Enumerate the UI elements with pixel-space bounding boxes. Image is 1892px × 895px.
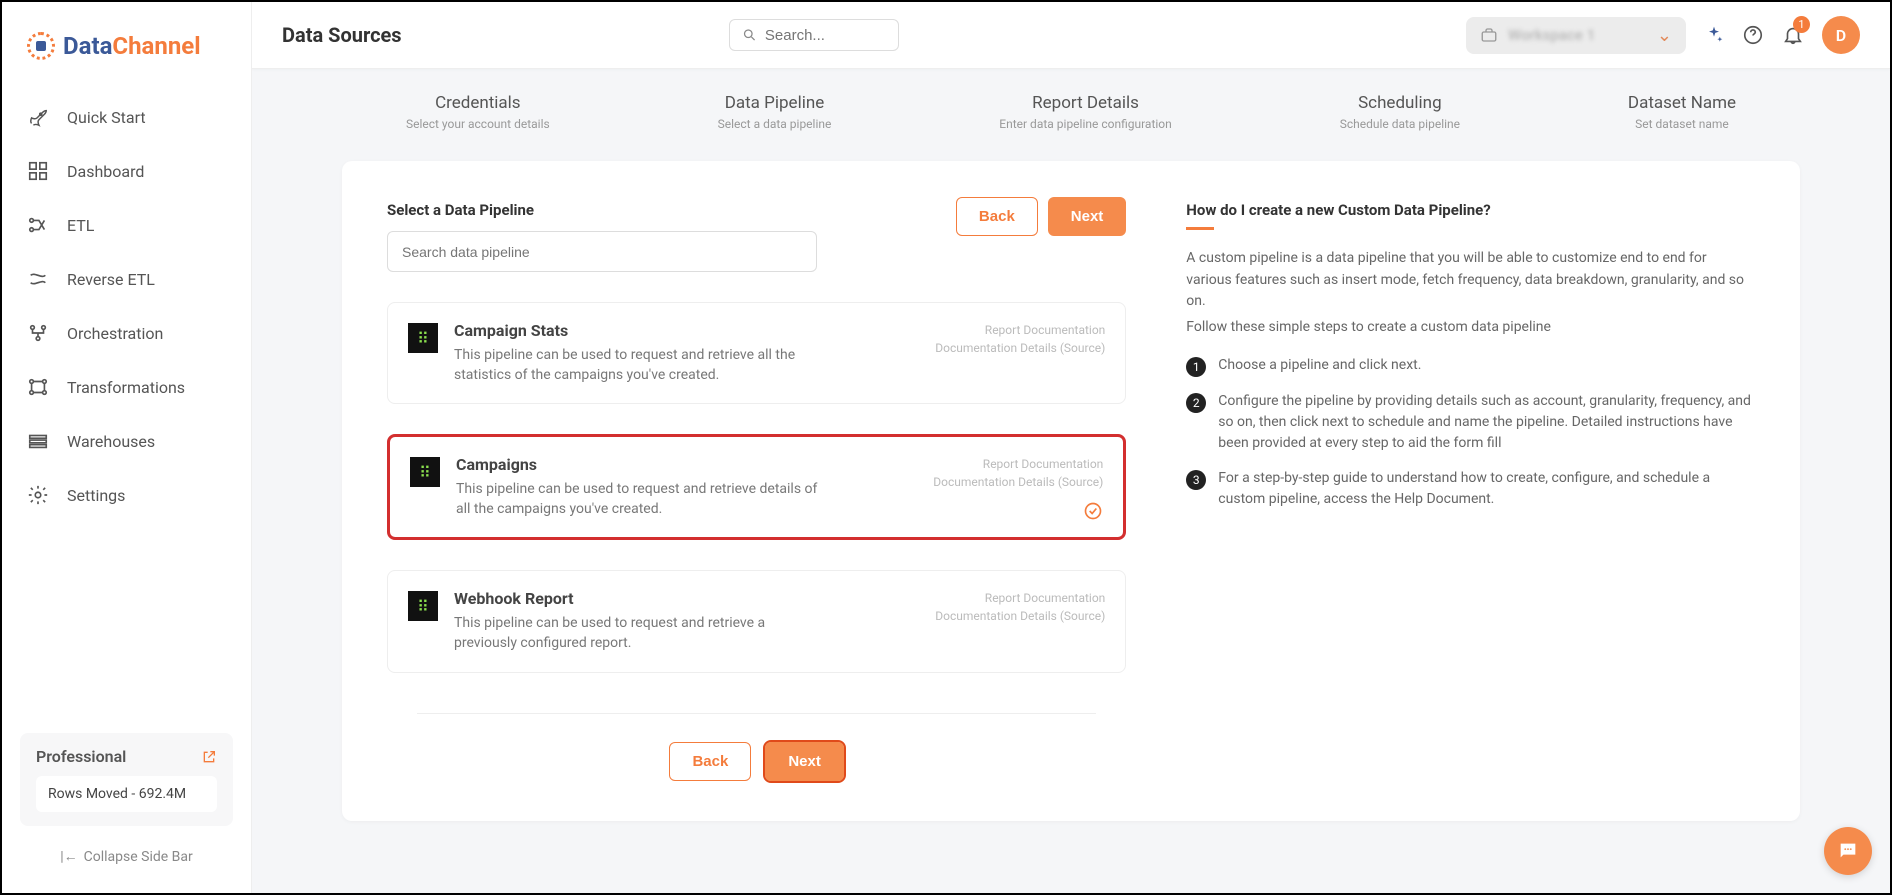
back-button-bottom[interactable]: Back: [669, 742, 751, 781]
plan-name: Professional: [36, 747, 126, 766]
topbar: Data Sources Workspace 1 ⌄ 1: [252, 2, 1890, 69]
chat-icon: [1837, 840, 1859, 862]
chevron-down-icon: ⌄: [1657, 25, 1672, 46]
search-icon: [742, 26, 757, 44]
pipeline-title: Campaigns: [456, 455, 917, 474]
pipeline-search[interactable]: [387, 231, 817, 272]
sidebar-item-transformations[interactable]: Transformations: [2, 360, 251, 414]
pipeline-card-campaign-stats[interactable]: ⠿ Campaign Stats This pipeline can be us…: [387, 302, 1126, 404]
help-step-1: 1 Choose a pipeline and click next.: [1186, 355, 1755, 377]
transformations-icon: [27, 376, 49, 398]
next-button-bottom[interactable]: Next: [765, 742, 844, 781]
panel: Select a Data Pipeline Back Next: [342, 161, 1800, 821]
help-title: How do I create a new Custom Data Pipeli…: [1186, 201, 1755, 219]
next-button-top[interactable]: Next: [1048, 197, 1127, 236]
step-scheduling[interactable]: Scheduling Schedule data pipeline: [1340, 93, 1460, 131]
sidebar: DataChannel Quick Start Dashboard ETL Re…: [2, 2, 252, 893]
sidebar-item-settings[interactable]: Settings: [2, 468, 251, 522]
sidebar-item-label: Orchestration: [67, 324, 163, 343]
notifications-button[interactable]: 1: [1782, 24, 1804, 46]
stepper: Credentials Select your account details …: [282, 69, 1860, 141]
warehouses-icon: [27, 430, 49, 452]
sidebar-item-reverse-etl[interactable]: Reverse ETL: [2, 252, 251, 306]
help-underline: [1186, 227, 1214, 230]
logo-icon: [27, 32, 55, 60]
sidebar-item-dashboard[interactable]: Dashboard: [2, 144, 251, 198]
logo-text-channel: Channel: [112, 32, 200, 60]
sidebar-item-orchestration[interactable]: Orchestration: [2, 306, 251, 360]
collapse-label: Collapse Side Bar: [84, 849, 193, 865]
sidebar-item-label: ETL: [67, 216, 94, 235]
step-data-pipeline[interactable]: Data Pipeline Select a data pipeline: [718, 93, 832, 131]
help-step-3: 3 For a step-by-step guide to understand…: [1186, 468, 1755, 510]
etl-icon: [27, 214, 49, 236]
notification-badge: 1: [1793, 16, 1810, 33]
sidebar-item-label: Dashboard: [67, 162, 144, 181]
check-circle-icon: [1083, 501, 1103, 521]
help-paragraph-2: Follow these simple steps to create a cu…: [1186, 317, 1755, 339]
step-number: 2: [1186, 393, 1206, 413]
pipeline-icon: ⠿: [410, 457, 440, 487]
orchestration-icon: [27, 322, 49, 344]
pipeline-title: Webhook Report: [454, 589, 919, 608]
gear-icon: [27, 484, 49, 506]
pipeline-title: Campaign Stats: [454, 321, 919, 340]
doc-details-link[interactable]: Documentation Details (Source): [935, 339, 1105, 357]
sidebar-item-quick-start[interactable]: Quick Start: [2, 90, 251, 144]
workspace-label: Workspace 1: [1508, 26, 1647, 44]
collapse-icon: |←: [60, 848, 77, 865]
section-title: Select a Data Pipeline: [387, 201, 817, 219]
dashboard-icon: [27, 160, 49, 182]
doc-details-link[interactable]: Documentation Details (Source): [935, 607, 1105, 625]
step-dataset-name[interactable]: Dataset Name Set dataset name: [1628, 93, 1736, 131]
avatar[interactable]: D: [1822, 16, 1860, 54]
step-report-details[interactable]: Report Details Enter data pipeline confi…: [999, 93, 1172, 131]
plan-rows: Rows Moved - 692.4M: [36, 776, 217, 812]
pipeline-icon: ⠿: [408, 591, 438, 621]
plan-card: Professional Rows Moved - 692.4M: [20, 733, 233, 826]
step-number: 3: [1186, 470, 1206, 490]
workspace-selector[interactable]: Workspace 1 ⌄: [1466, 17, 1686, 54]
sparkle-icon[interactable]: [1704, 25, 1724, 45]
nav: Quick Start Dashboard ETL Reverse ETL Or…: [2, 90, 251, 733]
pipeline-search-input[interactable]: [402, 244, 802, 260]
external-link-icon[interactable]: [201, 749, 217, 765]
divider: [417, 713, 1096, 714]
doc-details-link[interactable]: Documentation Details (Source): [933, 473, 1103, 491]
sidebar-item-label: Warehouses: [67, 432, 155, 451]
pipeline-desc: This pipeline can be used to request and…: [454, 614, 824, 653]
pipeline-desc: This pipeline can be used to request and…: [454, 346, 824, 385]
step-credentials[interactable]: Credentials Select your account details: [406, 93, 550, 131]
logo[interactable]: DataChannel: [2, 22, 251, 90]
pipeline-card-webhook-report[interactable]: ⠿ Webhook Report This pipeline can be us…: [387, 570, 1126, 672]
reverse-etl-icon: [27, 268, 49, 290]
rocket-icon: [27, 106, 49, 128]
sidebar-item-label: Transformations: [67, 378, 185, 397]
report-doc-link[interactable]: Report Documentation: [935, 589, 1105, 607]
sidebar-item-warehouses[interactable]: Warehouses: [2, 414, 251, 468]
logo-text-data: Data: [63, 32, 112, 60]
global-search[interactable]: [729, 19, 899, 51]
sidebar-item-label: Quick Start: [67, 108, 146, 127]
briefcase-icon: [1480, 26, 1498, 44]
pipeline-desc: This pipeline can be used to request and…: [456, 480, 826, 519]
sidebar-item-etl[interactable]: ETL: [2, 198, 251, 252]
sidebar-item-label: Reverse ETL: [67, 270, 155, 289]
help-step-2: 2 Configure the pipeline by providing de…: [1186, 391, 1755, 454]
chat-bubble[interactable]: [1824, 827, 1872, 875]
pipeline-icon: ⠿: [408, 323, 438, 353]
step-number: 1: [1186, 357, 1206, 377]
page-title: Data Sources: [282, 23, 402, 47]
report-doc-link[interactable]: Report Documentation: [935, 321, 1105, 339]
collapse-sidebar-button[interactable]: |← Collapse Side Bar: [20, 840, 233, 873]
back-button-top[interactable]: Back: [956, 197, 1038, 236]
help-icon[interactable]: [1742, 24, 1764, 46]
report-doc-link[interactable]: Report Documentation: [933, 455, 1103, 473]
help-paragraph-1: A custom pipeline is a data pipeline tha…: [1186, 248, 1755, 313]
pipeline-card-campaigns[interactable]: ⠿ Campaigns This pipeline can be used to…: [387, 434, 1126, 540]
sidebar-item-label: Settings: [67, 486, 125, 505]
search-input[interactable]: [765, 27, 886, 44]
